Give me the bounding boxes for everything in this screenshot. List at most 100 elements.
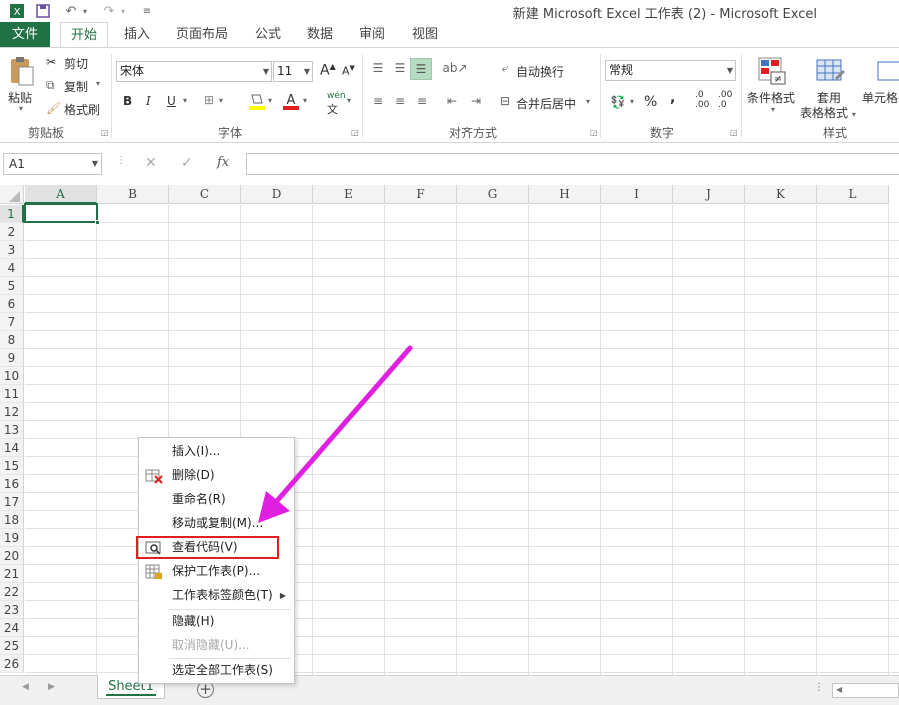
row-header-20[interactable]: 20 <box>0 547 24 565</box>
phonetic-guide-icon[interactable]: wén 文 <box>327 91 346 117</box>
format-painter-button[interactable]: 格式刷 <box>64 101 100 118</box>
tab-insert[interactable]: 插入 <box>115 22 159 47</box>
row-header-9[interactable]: 9 <box>0 349 24 367</box>
column-header-e[interactable]: E <box>313 185 385 204</box>
row-header-24[interactable]: 24 <box>0 619 24 637</box>
select-all-button[interactable] <box>0 185 24 204</box>
column-header-j[interactable]: J <box>673 185 745 204</box>
row-header-12[interactable]: 12 <box>0 403 24 421</box>
row-header-4[interactable]: 4 <box>0 259 24 277</box>
fill-color-dropdown-icon[interactable]: ▾ <box>268 96 272 105</box>
row-header-2[interactable]: 2 <box>0 223 24 241</box>
tab-formulas[interactable]: 公式 <box>246 22 290 47</box>
cancel-entry-icon[interactable]: ✕ <box>145 155 157 171</box>
currency-icon[interactable]: 💱 <box>607 93 629 111</box>
row-header-13[interactable]: 13 <box>0 421 24 439</box>
tab-data[interactable]: 数据 <box>298 22 342 47</box>
row-header-15[interactable]: 15 <box>0 457 24 475</box>
font-size-select[interactable]: 11 ▼ <box>273 61 313 82</box>
paste-dropdown-icon[interactable]: ▾ <box>19 104 23 113</box>
row-header-21[interactable]: 21 <box>0 565 24 583</box>
save-icon[interactable] <box>34 2 52 20</box>
column-header-c[interactable]: C <box>169 185 241 204</box>
orientation-icon[interactable]: ab↗ <box>442 59 468 77</box>
row-header-11[interactable]: 11 <box>0 385 24 403</box>
percent-button[interactable]: % <box>644 94 657 110</box>
next-sheet-icon[interactable]: ▶ <box>48 682 55 692</box>
wrap-text-button[interactable]: 自动换行 <box>516 63 564 80</box>
font-color-dropdown-icon[interactable]: ▾ <box>303 96 307 105</box>
menu-item-tab-color[interactable]: 工作表标签颜色(T) ▶ <box>140 584 294 607</box>
prev-sheet-icon[interactable]: ◀ <box>22 682 29 692</box>
horizontal-scrollbar[interactable]: ◀ <box>832 683 899 698</box>
row-header-26[interactable]: 26 <box>0 655 24 673</box>
alignment-launcher-icon[interactable]: ◲ <box>590 128 598 137</box>
copy-button[interactable]: 复制 <box>64 78 88 95</box>
row-header-19[interactable]: 19 <box>0 529 24 547</box>
tab-file[interactable]: 文件 <box>0 22 50 47</box>
grow-font-button[interactable]: A▲ <box>320 62 336 79</box>
underline-dropdown-icon[interactable]: ▾ <box>183 96 187 105</box>
tab-layout[interactable]: 页面布局 <box>170 22 234 47</box>
column-header-b[interactable]: B <box>97 185 169 204</box>
column-header-d[interactable]: D <box>241 185 313 204</box>
undo-icon[interactable]: ↶ <box>62 2 80 20</box>
redo-dropdown-icon[interactable]: ▾ <box>118 2 128 20</box>
row-header-25[interactable]: 25 <box>0 637 24 655</box>
align-middle-icon[interactable]: ☰ <box>390 59 410 77</box>
column-header-i[interactable]: I <box>601 185 673 204</box>
redo-icon[interactable]: ↷ <box>100 2 118 20</box>
fill-handle[interactable] <box>95 220 100 225</box>
customize-icon[interactable]: ≡ <box>140 2 154 20</box>
tab-review[interactable]: 审阅 <box>350 22 394 47</box>
border-dropdown-icon[interactable]: ▾ <box>219 96 223 105</box>
decrease-indent-icon[interactable]: ⇤ <box>442 92 462 110</box>
row-header-23[interactable]: 23 <box>0 601 24 619</box>
column-header-l[interactable]: L <box>817 185 889 204</box>
row-header-17[interactable]: 17 <box>0 493 24 511</box>
row-header-18[interactable]: 18 <box>0 511 24 529</box>
font-name-select[interactable]: 宋体 ▼ <box>116 61 272 82</box>
column-header-k[interactable]: K <box>745 185 817 204</box>
phonetic-dropdown-icon[interactable]: ▾ <box>347 96 351 105</box>
align-left-icon[interactable]: ≡ <box>368 92 388 110</box>
clipboard-launcher-icon[interactable]: ◲ <box>101 128 109 137</box>
row-header-7[interactable]: 7 <box>0 313 24 331</box>
row-header-16[interactable]: 16 <box>0 475 24 493</box>
merge-center-button[interactable]: 合并后居中 <box>516 95 576 112</box>
increase-decimal-button[interactable]: .0 .00 <box>695 90 709 110</box>
font-launcher-icon[interactable]: ◲ <box>351 128 359 137</box>
menu-item-rename[interactable]: 重命名(R) <box>140 488 294 511</box>
column-header-g[interactable]: G <box>457 185 529 204</box>
scroll-left-icon[interactable]: ◀ <box>836 685 842 694</box>
number-launcher-icon[interactable]: ◲ <box>730 128 738 137</box>
align-bottom-icon[interactable]: ☰ <box>410 58 432 80</box>
menu-item-move-copy[interactable]: 移动或复制(M)... <box>140 512 294 535</box>
confirm-entry-icon[interactable]: ✓ <box>181 155 193 171</box>
align-right-icon[interactable]: ≡ <box>412 92 432 110</box>
copy-dropdown-icon[interactable]: ▾ <box>96 79 100 88</box>
increase-indent-icon[interactable]: ⇥ <box>466 92 486 110</box>
comma-button[interactable]: , <box>670 90 675 106</box>
conditional-format-button[interactable]: 条件格式 <box>747 89 795 106</box>
row-header-10[interactable]: 10 <box>0 367 24 385</box>
menu-item-select-all-sheets[interactable]: 选定全部工作表(S) <box>140 659 294 682</box>
paste-icon[interactable] <box>4 54 38 88</box>
conditional-dropdown-icon[interactable]: ▾ <box>771 105 775 114</box>
cut-button[interactable]: 剪切 <box>64 55 88 72</box>
row-header-3[interactable]: 3 <box>0 241 24 259</box>
column-header-a[interactable]: A <box>25 185 97 204</box>
formula-input[interactable] <box>246 153 899 175</box>
border-icon[interactable]: ⊞ <box>204 93 214 107</box>
column-header-h[interactable]: H <box>529 185 601 204</box>
decrease-decimal-button[interactable]: .00 .0 <box>718 90 732 110</box>
font-color-icon[interactable]: A <box>282 92 300 112</box>
align-center-icon[interactable]: ≡ <box>390 92 410 110</box>
row-header-5[interactable]: 5 <box>0 277 24 295</box>
merge-dropdown-icon[interactable]: ▾ <box>586 97 590 106</box>
tab-view[interactable]: 视图 <box>403 22 447 47</box>
row-header-8[interactable]: 8 <box>0 331 24 349</box>
align-top-icon[interactable]: ☰ <box>368 59 388 77</box>
number-format-select[interactable]: 常规 ▼ <box>605 60 736 81</box>
insert-function-icon[interactable]: fx <box>217 155 229 170</box>
